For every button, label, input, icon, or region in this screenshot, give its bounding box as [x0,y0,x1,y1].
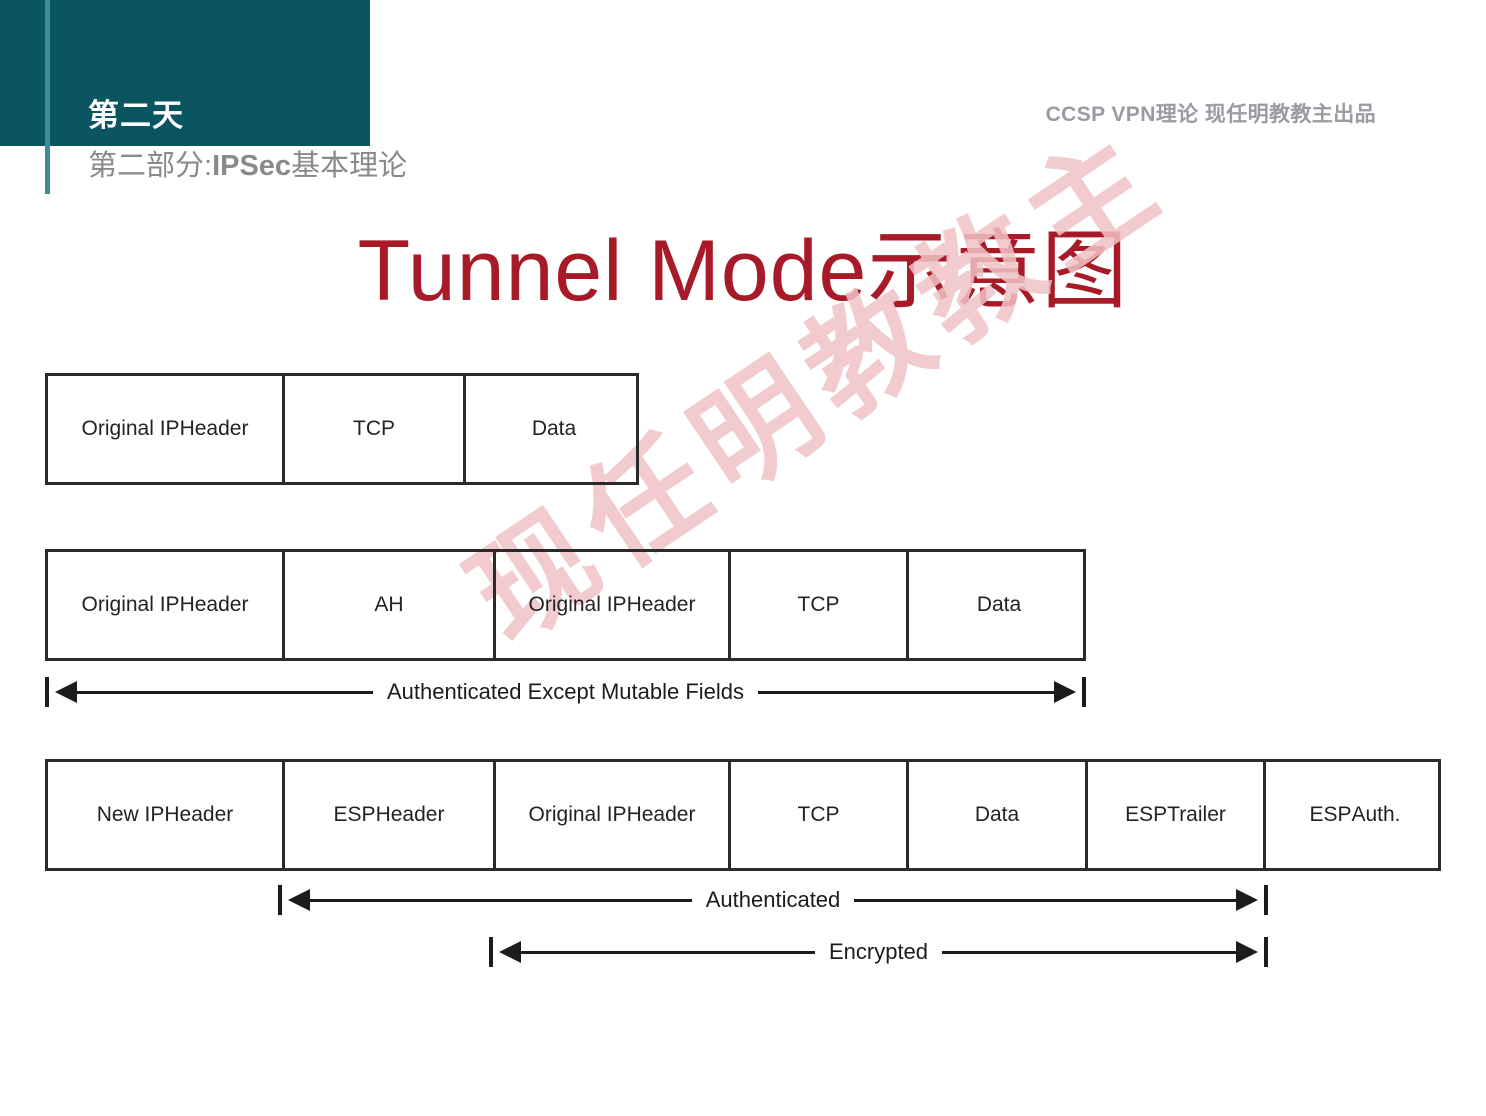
packet-cell-line-2: Header [626,802,696,826]
packet-cell: Original IP Header [48,552,285,658]
packet-cell-line-1: Original IP [81,592,180,616]
packet-cell: Original IP Header [496,552,731,658]
range-line-right [854,898,1237,902]
packet-cell: ESP Trailer [1088,762,1266,868]
header-section-title-cn-prefix: 第二部分: [88,150,213,182]
range-cap-right [1082,677,1086,707]
packet-cell: Original IP Header [496,762,731,868]
packet-cell: Original IP Header [48,376,285,482]
packet-cell: Data [909,552,1089,658]
header-teal-block [0,0,370,146]
range-authenticated-except-mutable-fields: Authenticated Except Mutable Fields [45,672,1086,712]
packet-row-esp-tunnel: New IP Header ESP Header Original IP Header TC… [45,759,1441,871]
packet-cell: TCP [731,552,909,658]
arrow-left-icon [499,941,521,963]
packet-cell-line-1: Data [976,592,1022,616]
packet-cell-line-2: Auth. [1351,802,1401,826]
packet-cell-line-1: ESP [333,802,376,826]
range-line-right [758,690,1054,694]
header-day-title: 第二天 [88,98,184,133]
packet-cell-line-2: Header [179,416,249,440]
packet-cell-line-1: TCP [797,802,840,826]
packet-cell: TCP [731,762,909,868]
packet-cell-line-1: TCP [797,592,840,616]
packet-cell-line-1: Original IP [528,802,627,826]
slide-header: 第二天 第二部分:IPSec基本理论 CCSP VPN理论 现任明教教主出品 [0,0,1486,200]
packet-cell-line-1: New IP [96,802,165,826]
packet-cell-line-2: Header [179,592,249,616]
range-cap-left [45,677,49,707]
packet-cell-line-2: Header [375,802,445,826]
packet-cell-line-2: Header [626,592,696,616]
packet-cell: ESP Header [285,762,496,868]
arrow-right-icon [1054,681,1076,703]
packet-cell: ESP Auth. [1266,762,1444,868]
packet-cell-line-1: ESP [1125,802,1168,826]
packet-cell: AH [285,552,496,658]
range-line-left [77,690,373,694]
range-line-left [310,898,692,902]
arrow-right-icon [1236,941,1258,963]
packet-cell: New IP Header [48,762,285,868]
range-label: Authenticated Except Mutable Fields [386,679,745,704]
packet-cell-line-1: ESP [1309,802,1352,826]
arrow-left-icon [55,681,77,703]
range-label: Encrypted [828,939,929,964]
packet-cell-line-1: TCP [353,416,395,440]
packet-cell-line-2: Header [164,802,234,826]
page-title: Tunnel Mode示意图 [357,223,1129,319]
header-brand-text: CCSP VPN理论 现任明教教主出品 [1045,103,1376,126]
packet-cell: TCP [285,376,466,482]
arrow-right-icon [1236,889,1259,911]
packet-cell-line-1: Original IP [81,416,180,440]
header-vertical-rule [45,0,50,194]
packet-cell-line-1: Data [974,802,1020,826]
packet-cell: Data [466,376,642,482]
range-cap-left [278,885,282,915]
range-cap-left [489,937,493,967]
header-section-title: 第二部分:IPSec基本理论 [88,152,407,181]
header-section-title-cn-suffix: 基本理论 [291,150,408,182]
header-section-title-latin: IPSec [212,150,292,182]
range-label: Authenticated [705,887,841,912]
range-line-right [942,950,1236,954]
packet-row-original: Original IP Header TCP Data [45,373,639,485]
packet-cell: Data [909,762,1088,868]
packet-row-ah-tunnel: Original IP Header AH Original IP Header TCP D… [45,549,1086,661]
range-encrypted: Encrypted [489,932,1268,972]
packet-cell-line-1: AH [374,592,404,616]
packet-cell-line-1: Original IP [528,592,627,616]
packet-cell-line-2: Trailer [1167,802,1226,826]
range-authenticated: Authenticated [278,880,1269,920]
packet-cell-line-1: Data [531,416,577,440]
range-cap-right [1264,937,1268,967]
range-cap-right [1264,885,1269,915]
range-line-left [521,950,815,954]
arrow-left-icon [288,889,310,911]
